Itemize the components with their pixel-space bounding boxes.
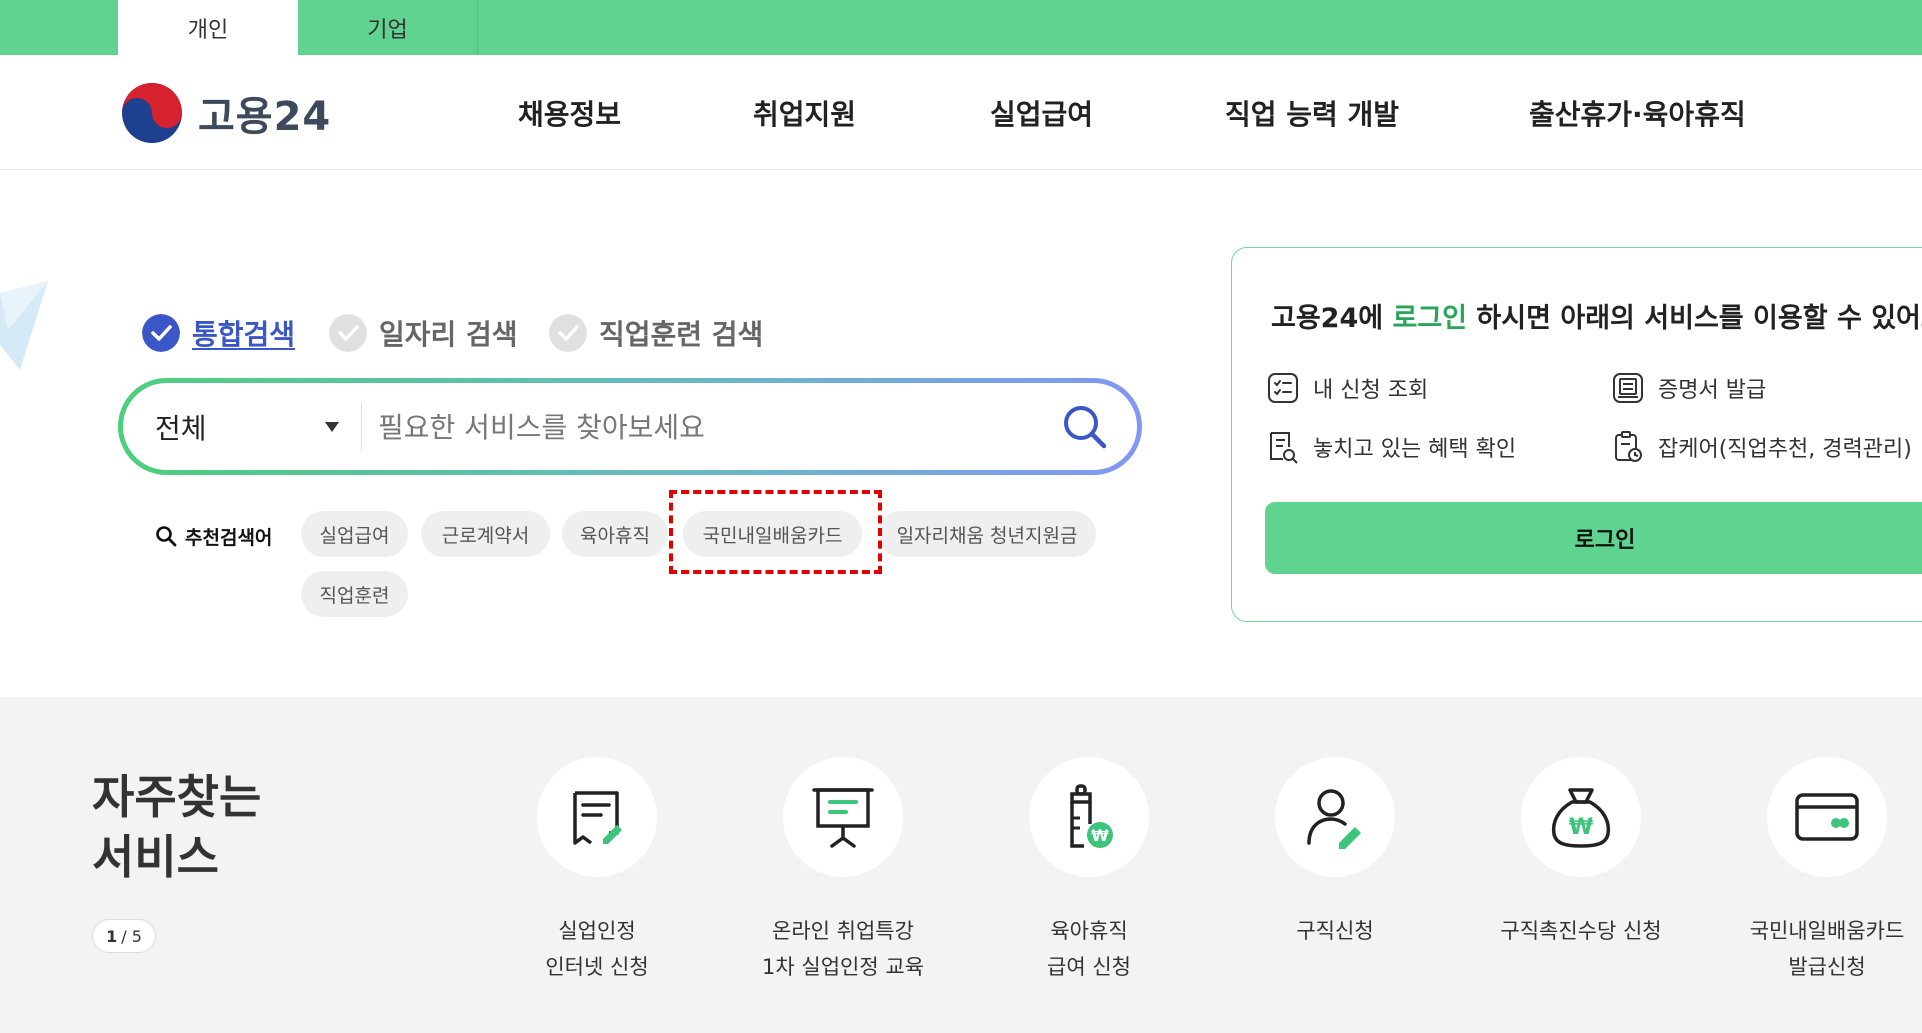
keyword-chip[interactable]: 근로계약서 bbox=[421, 511, 550, 557]
paper-plane-icon bbox=[0, 281, 48, 370]
service-icon-circle bbox=[1767, 757, 1887, 877]
title-text: 하시면 아래의 서비스를 이용할 수 있어요 bbox=[1467, 303, 1922, 334]
divider bbox=[361, 403, 362, 451]
site-logo[interactable]: 고용24 bbox=[120, 81, 331, 145]
clipboard-clock-icon bbox=[1615, 431, 1642, 462]
service-job-promotion-allowance[interactable]: ₩ 구직촉진수당 신청 bbox=[1471, 757, 1691, 949]
search-tab-label: 직업훈련 검색 bbox=[599, 318, 764, 351]
frequent-services-section: 자주찾는 서비스 1 / 5 실업인정 인터넷 신청 온라인 취업특강 1차 실… bbox=[0, 697, 1922, 1033]
service-tomorrow-learning-card[interactable]: 국민내일배움카드 발급신청 bbox=[1717, 757, 1922, 985]
service-name: 온라인 취업특강 1차 실업인정 교육 bbox=[762, 919, 924, 979]
section-title-line: 자주찾는 bbox=[92, 770, 262, 824]
caret-down-icon[interactable] bbox=[325, 422, 339, 432]
pager-total: / 5 bbox=[121, 926, 142, 946]
keyword-chip[interactable]: 직업훈련 bbox=[301, 571, 408, 617]
tab-personal[interactable]: 개인 bbox=[118, 0, 298, 55]
title-text: 고용24에 bbox=[1271, 303, 1393, 334]
person-pen-icon bbox=[1307, 789, 1361, 849]
missed-benefits-link[interactable]: 놓치고 있는 혜택 확인 bbox=[1267, 430, 1516, 464]
service-parental-leave-benefit[interactable]: ₩ 육아휴직 급여 신청 bbox=[979, 757, 1199, 985]
search-category-select[interactable]: 전체 bbox=[155, 383, 207, 470]
search-box: 전체 bbox=[118, 378, 1142, 475]
top-user-type-bar: 개인 기업 bbox=[0, 0, 1922, 55]
baby-bottle-won-icon: ₩ bbox=[1070, 784, 1113, 848]
service-icon-circle bbox=[537, 757, 657, 877]
keyword-chip[interactable]: 일자리채움 청년지원금 bbox=[878, 511, 1096, 557]
service-icon-circle: ₩ bbox=[1029, 757, 1149, 877]
service-icon-circle: ₩ bbox=[1521, 757, 1641, 877]
my-applications-link[interactable]: 내 신청 조회 bbox=[1267, 371, 1428, 405]
service-name: 구직신청 bbox=[1296, 919, 1374, 943]
magnifier-icon bbox=[156, 526, 177, 547]
nav-vocational-training[interactable]: 직업 능력 개발 bbox=[1225, 93, 1399, 133]
search-tab-label: 일자리 검색 bbox=[379, 318, 518, 351]
logo-text: 고용24 bbox=[198, 94, 332, 140]
nav-job-info[interactable]: 채용정보 bbox=[518, 93, 621, 133]
keyword-chip[interactable]: 육아휴직 bbox=[562, 511, 668, 557]
service-job-seeking-application[interactable]: 구직신청 bbox=[1225, 757, 1445, 949]
search-input[interactable] bbox=[378, 397, 1028, 457]
login-panel-title: 고용24에 로그인 하시면 아래의 서비스를 이용할 수 있어요 bbox=[1271, 296, 1922, 335]
service-name: 실업인정 인터넷 신청 bbox=[545, 919, 649, 979]
service-name: 국민내일배움카드 발급신청 bbox=[1749, 919, 1905, 979]
unchecked-circle-icon bbox=[329, 314, 367, 352]
nav-employment-support[interactable]: 취업지원 bbox=[753, 93, 856, 133]
certificate-icon bbox=[1613, 373, 1643, 403]
nav-maternity-parental-leave[interactable]: 출산휴가·육아휴직 bbox=[1529, 93, 1746, 133]
item-label: 잡케어(직업추천, 경력관리) bbox=[1658, 437, 1912, 462]
page: 개인 기업 고용24 채용정보 취업지원 실업급여 직업 능력 개발 출산휴가·… bbox=[0, 0, 1922, 1033]
login-panel: 고용24에 로그인 하시면 아래의 서비스를 이용할 수 있어요 내 신청 조회… bbox=[1231, 247, 1922, 622]
login-button[interactable]: 로그인 bbox=[1265, 502, 1922, 574]
jobcare-link[interactable]: 잡케어(직업추천, 경력관리) bbox=[1612, 430, 1912, 464]
taegeuk-logo-icon bbox=[122, 83, 182, 143]
item-label: 증명서 발급 bbox=[1658, 378, 1767, 403]
document-pen-icon bbox=[573, 791, 622, 845]
recommended-keywords-text: 추천검색어 bbox=[185, 526, 273, 549]
site-header: 고용24 채용정보 취업지원 실업급여 직업 능력 개발 출산휴가·육아휴직 bbox=[0, 55, 1922, 170]
carousel-pager: 1 / 5 bbox=[92, 919, 156, 953]
section-title-line: 서비스 bbox=[92, 830, 219, 884]
search-category-value: 전체 bbox=[155, 411, 207, 445]
service-online-job-lecture[interactable]: 온라인 취업특강 1차 실업인정 교육 bbox=[733, 757, 953, 985]
search-tab-label: 통합검색 bbox=[192, 318, 296, 351]
nav-unemployment-benefit[interactable]: 실업급여 bbox=[990, 93, 1093, 133]
svg-text:₩: ₩ bbox=[1091, 826, 1109, 845]
certificate-issue-link[interactable]: 증명서 발급 bbox=[1612, 371, 1766, 405]
unchecked-circle-icon bbox=[549, 314, 587, 352]
search-icon[interactable] bbox=[1060, 402, 1110, 452]
search-box-inner: 전체 bbox=[123, 383, 1137, 470]
search-tab-jobs[interactable]: 일자리 검색 bbox=[329, 312, 518, 354]
service-icon-circle bbox=[1275, 757, 1395, 877]
service-icon-circle bbox=[783, 757, 903, 877]
svg-text:₩: ₩ bbox=[1569, 815, 1593, 840]
pager-current: 1 bbox=[106, 926, 118, 946]
service-name: 육아휴직 급여 신청 bbox=[1047, 919, 1131, 979]
item-label: 내 신청 조회 bbox=[1313, 378, 1429, 403]
search-tab-integrated[interactable]: 통합검색 bbox=[142, 312, 295, 354]
title-accent: 로그인 bbox=[1392, 303, 1468, 334]
checklist-icon bbox=[1268, 373, 1298, 403]
red-dashed-highlight bbox=[669, 490, 882, 574]
search-tab-training[interactable]: 직업훈련 검색 bbox=[549, 312, 763, 354]
service-name: 구직촉진수당 신청 bbox=[1500, 919, 1662, 943]
checked-circle-icon bbox=[142, 314, 180, 352]
document-search-icon bbox=[1270, 432, 1298, 464]
tab-business[interactable]: 기업 bbox=[298, 0, 478, 55]
money-bag-won-icon: ₩ bbox=[1551, 788, 1611, 848]
credit-card-icon bbox=[1795, 793, 1859, 841]
presentation-board-icon bbox=[812, 788, 874, 848]
item-label: 놓치고 있는 혜택 확인 bbox=[1313, 437, 1517, 462]
recommended-keywords-label: 추천검색어 bbox=[155, 521, 272, 551]
keyword-chip[interactable]: 실업급여 bbox=[301, 511, 408, 557]
service-unemployment-recognition[interactable]: 실업인정 인터넷 신청 bbox=[487, 757, 707, 985]
section-title: 자주찾는 서비스 bbox=[92, 767, 261, 887]
